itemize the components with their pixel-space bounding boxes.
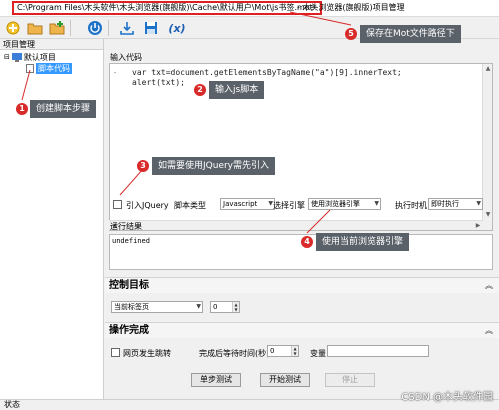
wait-time-label: 完成后等待时间(秒) [199, 349, 270, 358]
title-bar: C:\Program Files\木头软件\木头浏览器(旗舰版)\Cache\默… [0, 0, 499, 17]
toolbar-separator [108, 20, 109, 36]
annotation-badge: 5 [345, 28, 357, 40]
annotation-5: 5 保存在Mot文件路径下 [345, 25, 461, 43]
add-folder-icon [49, 21, 65, 35]
chevron-down-icon: ▼ [476, 200, 481, 207]
annotation-2: 2 输入js脚本 [194, 81, 265, 99]
code-section-label: 输入代码 [110, 53, 142, 62]
open-button[interactable] [26, 19, 44, 37]
engine-label: 选择引擎 [273, 201, 305, 210]
chevron-down-icon: ▼ [196, 303, 201, 310]
project-icon [11, 52, 22, 62]
panel-header: 项目管理 [0, 39, 103, 50]
script-editor-panel: 输入代码 - var txt=document.getElementsByTag… [105, 39, 499, 399]
tree-item-script-code[interactable]: 脚本代码 [26, 62, 72, 74]
annotation-badge: 4 [301, 236, 313, 248]
result-section-label: 运行结果 [110, 222, 142, 231]
jquery-checkbox[interactable] [113, 200, 122, 209]
control-target-header[interactable]: 控制目标 ︽ [105, 277, 499, 293]
horizontal-scrollbar[interactable]: ◀ ▶ [109, 220, 483, 230]
code-line: var txt=document.getElementsByTagName("a… [132, 68, 402, 77]
code-line: alert(txt); [132, 78, 185, 87]
annotation-text: 保存在Mot文件路径下 [360, 25, 461, 43]
variable-label: 变量 [310, 349, 326, 358]
open-folder-icon [27, 23, 43, 35]
tree-item-default-project[interactable]: ⊟ 默认项目 [4, 52, 56, 62]
annotation-text: 输入js脚本 [209, 81, 265, 99]
single-step-button[interactable]: 单步测试 [191, 373, 241, 387]
jquery-label: 引入JQuery [126, 201, 169, 210]
page-jump-checkbox[interactable] [111, 348, 120, 357]
spinner-arrows-icon[interactable]: ▲ ▼ [232, 302, 239, 312]
wait-time-value: 0 [270, 347, 275, 355]
collapse-icon: ⊟ [4, 53, 10, 61]
chevron-up-icon[interactable]: ︽ [485, 278, 493, 293]
script-type-value: Javascript [223, 200, 258, 208]
exec-timing-select[interactable]: 即时执行 ▼ [428, 198, 483, 210]
window-title-suffix: - 木头浏览器(旗舰版)项目管理 [297, 3, 405, 12]
stop-button[interactable]: 停止 [325, 373, 375, 387]
annotation-badge: 3 [137, 160, 149, 172]
target-index-spinner[interactable]: 0 ▲ ▼ [210, 301, 240, 313]
code-text: var txt=document.getElementsByTagName("a… [132, 68, 402, 88]
result-text: undefined [112, 237, 150, 245]
engine-value: 使用浏览器引擎 [311, 200, 360, 208]
tree-child-label: 脚本代码 [36, 62, 72, 74]
variable-input[interactable] [327, 345, 429, 357]
operation-complete-title: 操作完成 [109, 325, 149, 336]
download-button[interactable] [118, 19, 136, 37]
control-target-title: 控制目标 [109, 280, 149, 291]
formula-icon: (x) [168, 21, 186, 35]
window-title-path: C:\Program Files\木头软件\木头浏览器(旗舰版)\Cache\默… [12, 1, 322, 15]
target-tab-select[interactable]: 当前标签页 ▼ [111, 301, 203, 313]
script-type-label: 脚本类型 [174, 201, 206, 210]
tree-root-label: 默认项目 [23, 52, 56, 62]
power-button[interactable] [86, 19, 104, 37]
annotation-badge: 1 [16, 103, 28, 115]
start-test-button[interactable]: 开始测试 [260, 373, 310, 387]
save-button[interactable] [142, 19, 160, 37]
annotation-text: 使用当前浏览器引擎 [316, 233, 410, 251]
scroll-down-icon[interactable]: ▼ [483, 210, 493, 220]
annotation-badge: 2 [194, 84, 206, 96]
new-icon [6, 21, 20, 35]
page-jump-label: 网页发生跳转 [123, 349, 171, 358]
toolbar-separator [70, 20, 71, 36]
annotation-3: 3 如需要使用JQuery需先引入 [137, 157, 276, 175]
wait-time-spinner[interactable]: 0 ▲ ▼ [267, 345, 299, 357]
chevron-up-icon[interactable]: ︽ [485, 323, 493, 338]
target-index-value: 0 [213, 303, 218, 311]
document-icon [26, 63, 34, 73]
operation-complete-header[interactable]: 操作完成 ︽ [105, 322, 499, 338]
new-button[interactable] [4, 19, 22, 37]
scroll-up-icon[interactable]: ▲ [483, 64, 493, 74]
csdn-watermark: CSDN @木头软件园 [401, 392, 493, 403]
annotation-1: 1 创建脚本步骤 [16, 100, 97, 118]
formula-button[interactable]: (x) [166, 19, 188, 37]
chevron-down-icon: ▼ [374, 200, 379, 207]
download-icon [120, 22, 134, 35]
save-icon [145, 22, 157, 34]
exec-timing-label: 执行时机 [395, 201, 427, 210]
add-folder-button[interactable] [48, 19, 66, 37]
power-icon [88, 21, 102, 35]
annotation-text: 创建脚本步骤 [30, 100, 97, 118]
vertical-scrollbar[interactable]: ▲ ▼ [482, 64, 492, 230]
script-type-select[interactable]: Javascript ▼ [220, 198, 275, 210]
scroll-right-icon[interactable]: ▶ [473, 221, 483, 231]
engine-select[interactable]: 使用浏览器引擎 ▼ [308, 198, 381, 210]
annotation-text: 如需要使用JQuery需先引入 [152, 157, 276, 175]
fold-marker[interactable]: - [113, 69, 117, 77]
annotation-4: 4 使用当前浏览器引擎 [301, 233, 410, 251]
target-tab-value: 当前标签页 [114, 303, 149, 311]
exec-timing-value: 即时执行 [431, 200, 459, 208]
spinner-arrows-icon[interactable]: ▲ ▼ [291, 346, 298, 356]
project-tree-panel: 项目管理 ⊟ 默认项目 脚本代码 [0, 39, 104, 399]
